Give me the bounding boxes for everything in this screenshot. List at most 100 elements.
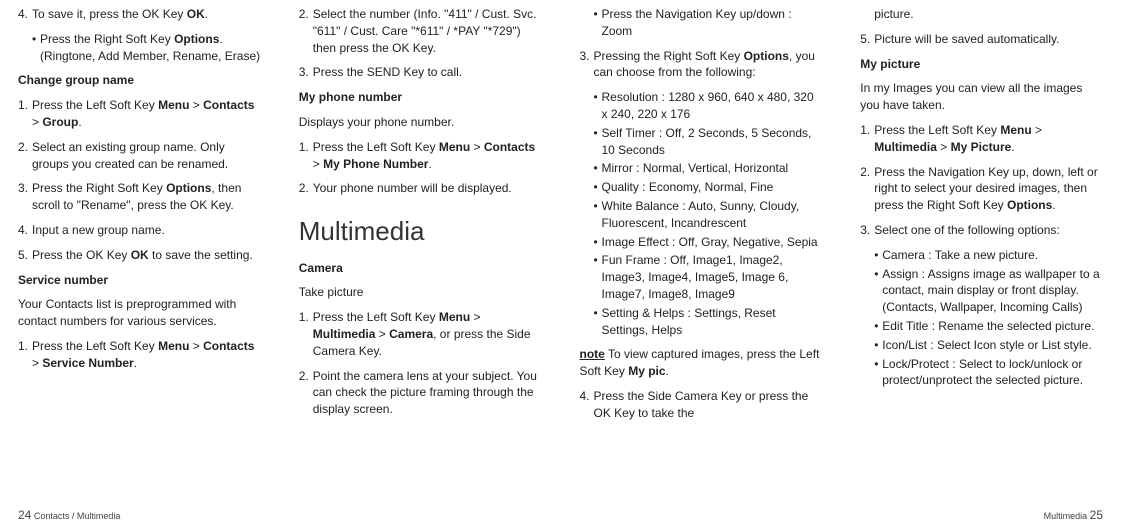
bullet-item: •White Balance : Auto, Sunny, Cloudy, Fl… [580, 198, 823, 232]
bullet-text: Mirror : Normal, Vertical, Horizontal [602, 160, 823, 177]
list-text: Press the Left Soft Key Menu > Multimedi… [874, 122, 1103, 156]
bullet-text: Quality : Economy, Normal, Fine [602, 179, 823, 196]
heading-camera: Camera [299, 260, 542, 277]
bullet-icon: • [594, 234, 602, 251]
list-item: 4. Input a new group name. [18, 222, 261, 239]
bullet-icon: • [594, 160, 602, 177]
list-number: 3. [860, 222, 874, 239]
bullet-item: •Assign : Assigns image as wallpaper to … [860, 266, 1103, 316]
heading-my-phone-number: My phone number [299, 89, 542, 106]
list-text: Press the Right Soft Key Options, then s… [32, 180, 261, 214]
list-number: 4. [18, 6, 32, 23]
list-item: 2. Your phone number will be displayed. [299, 180, 542, 197]
bullet-icon: • [874, 356, 882, 390]
list-item: 4. Press the Side Camera Key or press th… [580, 388, 823, 422]
list-text: Press the SEND Key to call. [313, 64, 542, 81]
bullet-text: Assign : Assigns image as wallpaper to a… [882, 266, 1103, 316]
bullet-item: • Press the Navigation Key up/down : Zoo… [580, 6, 823, 40]
list-item: 4. To save it, press the OK Key OK. [18, 6, 261, 23]
bullet-text: Press the Right Soft Key Options. (Ringt… [40, 31, 261, 65]
bullet-text: Resolution : 1280 x 960, 640 x 480, 320 … [602, 89, 823, 123]
list-number: 2. [299, 180, 313, 197]
bullet-text: Image Effect : Off, Gray, Negative, Sepi… [602, 234, 823, 251]
list-text: Press the Side Camera Key or press the O… [594, 388, 823, 422]
bullet-text: Icon/List : Select Icon style or List st… [882, 337, 1103, 354]
list-item-continuation: picture. [860, 6, 1103, 23]
list-text: Picture will be saved automatically. [874, 31, 1103, 48]
bullet-item: • Press the Right Soft Key Options. (Rin… [18, 31, 261, 65]
bullet-text: White Balance : Auto, Sunny, Cloudy, Flu… [602, 198, 823, 232]
bullet-icon: • [594, 89, 602, 123]
bullet-item: •Camera : Take a new picture. [860, 247, 1103, 264]
list-item: 1. Press the Left Soft Key Menu > Multim… [860, 122, 1103, 156]
bullet-icon: • [594, 305, 602, 339]
footer-label-left: Contacts / Multimedia [34, 511, 121, 521]
list-number: 2. [860, 164, 874, 214]
list-item: 2. Point the camera lens at your subject… [299, 368, 542, 418]
list-text: Press the OK Key OK to save the setting. [32, 247, 261, 264]
bullet-text: Self Timer : Off, 2 Seconds, 5 Seconds, … [602, 125, 823, 159]
list-item: 5. Press the OK Key OK to save the setti… [18, 247, 261, 264]
bullet-icon: • [874, 337, 882, 354]
list-item: 1. Press the Left Soft Key Menu > Contac… [299, 139, 542, 173]
list-number: 1. [299, 139, 313, 173]
bullet-text: Setting & Helps : Settings, Reset Settin… [602, 305, 823, 339]
list-text: Press the Left Soft Key Menu > Contacts … [313, 139, 542, 173]
list-text: To save it, press the OK Key OK. [32, 6, 261, 23]
list-number: 4. [580, 388, 594, 422]
list-text: Select the number (Info. "411" / Cust. S… [313, 6, 542, 56]
page-number-left: 24 [18, 508, 31, 522]
bullet-text: Edit Title : Rename the selected picture… [882, 318, 1103, 335]
heading-change-group-name: Change group name [18, 72, 261, 89]
list-text: Select one of the following options: [874, 222, 1103, 239]
list-item: 2. Select an existing group name. Only g… [18, 139, 261, 173]
list-text: Input a new group name. [32, 222, 261, 239]
subheading-take-picture: Take picture [299, 284, 542, 301]
list-text: Your phone number will be displayed. [313, 180, 542, 197]
list-number: 1. [299, 309, 313, 359]
list-number: 3. [18, 180, 32, 214]
note-paragraph: note To view captured images, press the … [580, 346, 823, 380]
page-number-right: 25 [1090, 508, 1103, 522]
bullet-icon: • [874, 247, 882, 264]
column-2: 2. Select the number (Info. "411" / Cust… [299, 6, 542, 502]
page-footer: 24 Contacts / Multimedia Multimedia 25 [18, 507, 1103, 524]
bullet-item: •Quality : Economy, Normal, Fine [580, 179, 823, 196]
paragraph: In my Images you can view all the images… [860, 80, 1103, 114]
note-label: note [580, 347, 605, 361]
list-item: 3. Press the SEND Key to call. [299, 64, 542, 81]
list-item: 1. Press the Left Soft Key Menu > Contac… [18, 97, 261, 131]
heading-my-picture: My picture [860, 56, 1103, 73]
bullet-item: •Edit Title : Rename the selected pictur… [860, 318, 1103, 335]
list-number: 1. [18, 338, 32, 372]
list-number: 2. [18, 139, 32, 173]
list-text: Press the Left Soft Key Menu > Multimedi… [313, 309, 542, 359]
footer-label-right: Multimedia [1044, 511, 1088, 521]
list-text: Pressing the Right Soft Key Options, you… [594, 48, 823, 82]
list-item: 3. Press the Right Soft Key Options, the… [18, 180, 261, 214]
list-item: 2. Select the number (Info. "411" / Cust… [299, 6, 542, 56]
list-item: 1. Press the Left Soft Key Menu > Multim… [299, 309, 542, 359]
bullet-item: •Setting & Helps : Settings, Reset Setti… [580, 305, 823, 339]
list-number: 4. [18, 222, 32, 239]
list-number: 2. [299, 6, 313, 56]
column-3: • Press the Navigation Key up/down : Zoo… [580, 6, 823, 502]
bullet-icon: • [594, 179, 602, 196]
list-item: 1. Press the Left Soft Key Menu > Contac… [18, 338, 261, 372]
paragraph: Your Contacts list is preprogrammed with… [18, 296, 261, 330]
paragraph: Displays your phone number. [299, 114, 542, 131]
list-number: 5. [18, 247, 32, 264]
column-1: 4. To save it, press the OK Key OK. • Pr… [18, 6, 261, 502]
footer-left: 24 Contacts / Multimedia [18, 507, 120, 524]
list-text: Press the Left Soft Key Menu > Contacts … [32, 97, 261, 131]
list-item: 5. Picture will be saved automatically. [860, 31, 1103, 48]
list-text: Point the camera lens at your subject. Y… [313, 368, 542, 418]
column-4: picture. 5. Picture will be saved automa… [860, 6, 1103, 502]
bullet-item: •Icon/List : Select Icon style or List s… [860, 337, 1103, 354]
list-item: 2. Press the Navigation Key up, down, le… [860, 164, 1103, 214]
bullet-item: •Fun Frame : Off, Image1, Image2, Image3… [580, 252, 823, 302]
bullet-icon: • [594, 252, 602, 302]
list-text: Select an existing group name. Only grou… [32, 139, 261, 173]
bullet-text: Fun Frame : Off, Image1, Image2, Image3,… [602, 252, 823, 302]
list-item: 3. Select one of the following options: [860, 222, 1103, 239]
